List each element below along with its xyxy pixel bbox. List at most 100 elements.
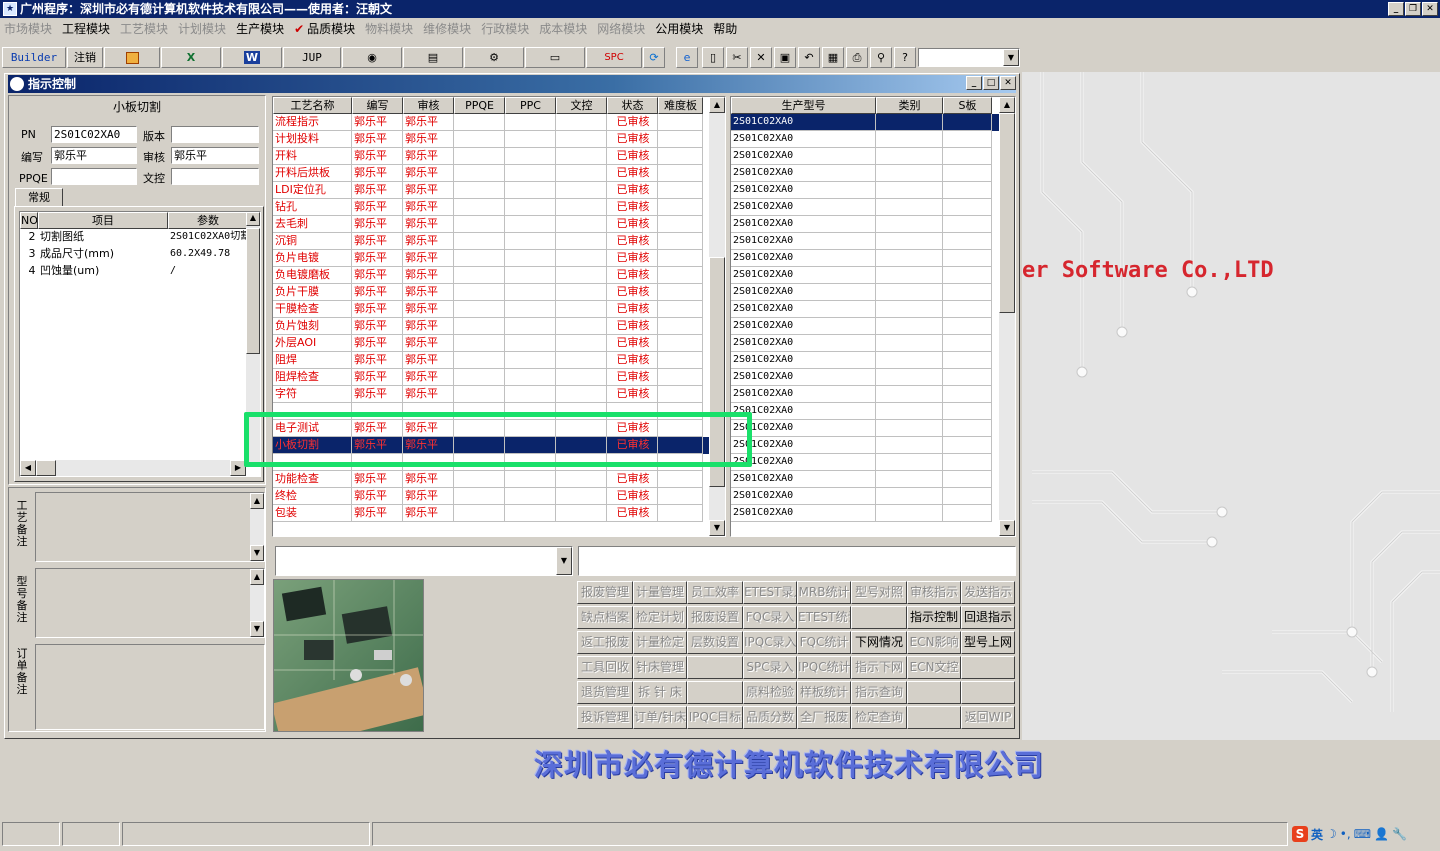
col-category[interactable]: 类别 xyxy=(876,97,943,114)
function-button[interactable]: 型号对照 xyxy=(851,581,907,604)
param-col-item[interactable]: 项目 xyxy=(38,212,168,229)
function-button[interactable]: IPQC目标 xyxy=(687,706,743,729)
function-button[interactable] xyxy=(907,706,961,729)
scroll-up-arrow[interactable]: ▲ xyxy=(250,569,264,585)
close-button[interactable]: ✕ xyxy=(1422,2,1438,16)
function-button[interactable]: 审核指示 xyxy=(907,581,961,604)
process-row[interactable]: 包装 郭乐平 郭乐平 已审核 xyxy=(273,505,725,522)
model-row[interactable]: 2S01C02XA0 xyxy=(731,437,1015,454)
punctuation-icon[interactable]: •, xyxy=(1340,827,1351,841)
function-button[interactable]: 全厂报废 xyxy=(797,706,851,729)
function-button[interactable]: FQC统计 xyxy=(797,631,851,654)
delete-button[interactable]: ✕ xyxy=(750,47,772,68)
scroll-up-arrow[interactable]: ▲ xyxy=(999,97,1015,113)
model-row[interactable]: 2S01C02XA0 xyxy=(731,369,1015,386)
model-row[interactable]: 2S01C02XA0 xyxy=(731,420,1015,437)
process-row[interactable]: 阻焊检查 郭乐平 郭乐平 已审核 xyxy=(273,369,725,386)
restore-button[interactable]: ❐ xyxy=(1405,2,1421,16)
process-row[interactable]: 负片蚀刻 郭乐平 郭乐平 已审核 xyxy=(273,318,725,335)
function-button[interactable]: FQC录入 xyxy=(743,606,797,629)
function-button[interactable]: 返工报废 xyxy=(577,631,633,654)
cut-button[interactable]: ✂ xyxy=(726,47,748,68)
undo-button[interactable]: ↶ xyxy=(798,47,820,68)
scroll-down-arrow[interactable]: ▼ xyxy=(709,520,725,536)
process-row[interactable]: 沉铜 郭乐平 郭乐平 已审核 xyxy=(273,233,725,250)
function-button[interactable]: ECN影响 xyxy=(907,631,961,654)
logout-button[interactable]: 注销 xyxy=(67,47,103,68)
param-row[interactable]: 2 切割图纸 2S01C02XA0切割 xyxy=(20,229,260,246)
menu-item-7[interactable]: 维修模块 xyxy=(423,20,471,37)
model-row[interactable]: 2S01C02XA0 xyxy=(731,182,1015,199)
chevron-down-icon[interactable]: ▼ xyxy=(1003,49,1019,66)
database-button[interactable]: ▤ xyxy=(403,47,463,68)
menu-item-1[interactable]: 工程模块 xyxy=(62,20,110,37)
model-row[interactable]: 2S01C02XA0 xyxy=(731,131,1015,148)
param-hscroll[interactable]: ◀ ▶ xyxy=(20,460,246,476)
scroll-up-arrow[interactable]: ▲ xyxy=(250,493,264,509)
model-row[interactable]: 2S01C02XA0 xyxy=(731,114,1015,131)
col-status[interactable]: 状态 xyxy=(607,97,658,114)
tab-general[interactable]: 常规 xyxy=(15,188,63,207)
model-remark-box[interactable]: ▲ ▼ xyxy=(35,568,265,638)
function-button[interactable]: 回退指示 xyxy=(961,606,1015,629)
col-ppc[interactable]: PPC xyxy=(505,97,556,114)
process-remark-box[interactable]: ▲ ▼ xyxy=(35,492,265,562)
scroll-left-arrow[interactable]: ◀ xyxy=(20,460,36,476)
function-button[interactable] xyxy=(961,656,1015,679)
print-button[interactable]: ⎙ xyxy=(846,47,868,68)
ppqe-field[interactable] xyxy=(51,168,137,185)
author-field[interactable]: 郭乐平 xyxy=(51,147,137,164)
new-button[interactable]: ▯ xyxy=(702,47,724,68)
model-row[interactable]: 2S01C02XA0 xyxy=(731,488,1015,505)
process-row[interactable]: 开料 郭乐平 郭乐平 已审核 xyxy=(273,148,725,165)
function-button[interactable]: 样板统计 xyxy=(797,681,851,704)
function-button[interactable] xyxy=(687,681,743,704)
model-vscroll[interactable]: ▲ ▼ xyxy=(999,97,1015,536)
model-row[interactable]: 2S01C02XA0 xyxy=(731,386,1015,403)
menu-item-8[interactable]: 行政模块 xyxy=(481,20,529,37)
model-row[interactable]: 2S01C02XA0 xyxy=(731,216,1015,233)
function-button[interactable]: 报废设置 xyxy=(687,606,743,629)
menu-item-2[interactable]: 工艺模块 xyxy=(120,20,168,37)
process-row[interactable]: 计划投料 郭乐平 郭乐平 已审核 xyxy=(273,131,725,148)
function-button[interactable]: MRB统计 xyxy=(797,581,851,604)
view-button[interactable]: ◉ xyxy=(342,47,402,68)
model-row[interactable]: 2S01C02XA0 xyxy=(731,250,1015,267)
scroll-down-arrow[interactable]: ▼ xyxy=(250,621,264,637)
function-button[interactable]: 指示控制 xyxy=(907,606,961,629)
powerpoint-button[interactable] xyxy=(104,47,160,68)
process-row[interactable]: 开料后烘板 郭乐平 郭乐平 已审核 xyxy=(273,165,725,182)
function-button[interactable]: 下网情况 xyxy=(851,631,907,654)
function-button[interactable]: 计量检定 xyxy=(633,631,687,654)
function-button[interactable]: 投诉管理 xyxy=(577,706,633,729)
order-remark-box[interactable] xyxy=(35,644,265,730)
model-row[interactable]: 2S01C02XA0 xyxy=(731,165,1015,182)
find-button[interactable]: ⚲ xyxy=(870,47,892,68)
ie-button[interactable]: e xyxy=(676,47,698,68)
scroll-thumb[interactable] xyxy=(246,228,260,354)
model-row[interactable]: 2S01C02XA0 xyxy=(731,403,1015,420)
menu-item-6[interactable]: 物料模块 xyxy=(365,20,413,37)
refresh-button[interactable]: ⟳ xyxy=(643,47,665,68)
model-row[interactable]: 2S01C02XA0 xyxy=(731,505,1015,522)
model-row[interactable]: 2S01C02XA0 xyxy=(731,148,1015,165)
ime-lang[interactable]: 英 xyxy=(1311,826,1323,843)
process-row[interactable]: 字符 郭乐平 郭乐平 已审核 xyxy=(273,386,725,403)
function-button[interactable]: SPC录入 xyxy=(743,656,797,679)
word-button[interactable]: W xyxy=(222,47,282,68)
pn-field[interactable]: 2S01C02XA0 xyxy=(51,126,137,143)
process-row[interactable]: 负片电镀 郭乐平 郭乐平 已审核 xyxy=(273,250,725,267)
col-s-board[interactable]: S板 xyxy=(943,97,992,114)
function-button[interactable]: 返回WIP xyxy=(961,706,1015,729)
excel-button[interactable]: X xyxy=(161,47,221,68)
process-vscroll[interactable]: ▲ ▼ xyxy=(709,97,725,536)
menu-item-10[interactable]: 网络模块 xyxy=(597,20,645,37)
process-row[interactable]: LDI定位孔 郭乐平 郭乐平 已审核 xyxy=(273,182,725,199)
process-row[interactable]: 功能检查 郭乐平 郭乐平 已审核 xyxy=(273,471,725,488)
menu-item-0[interactable]: 市场模块 xyxy=(4,20,52,37)
scroll-thumb[interactable] xyxy=(999,113,1015,313)
menu-item-11[interactable]: 公用模块 xyxy=(655,20,703,37)
print-preview-button[interactable]: ▭ xyxy=(525,47,585,68)
scroll-up-arrow[interactable]: ▲ xyxy=(246,212,260,226)
help-button[interactable]: ? xyxy=(894,47,916,68)
